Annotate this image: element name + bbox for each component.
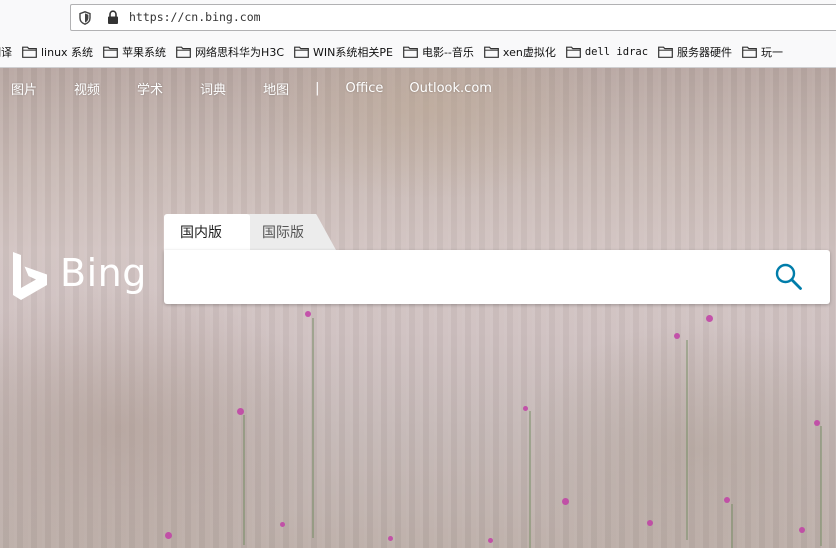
folder-icon <box>565 46 581 58</box>
bookmark-folder[interactable]: 服务器硬件 <box>638 44 732 60</box>
bookmark-folder[interactable]: WIN系统相关PE <box>274 44 393 60</box>
flower <box>522 405 528 411</box>
bing-logo-text: Bing <box>60 251 147 295</box>
bookmark-folder[interactable]: 苹果系统 <box>83 44 166 60</box>
bookmark-label: 网络思科华为H3C <box>195 46 285 59</box>
nav-academic[interactable]: 学术 <box>137 79 163 98</box>
bookmark-folder[interactable]: 网络思科华为H3C <box>156 44 284 60</box>
tab-domestic[interactable]: 国内版 <box>164 214 250 250</box>
background-image <box>0 68 836 548</box>
nav-images[interactable]: 图片 <box>11 79 37 98</box>
flower <box>487 537 493 543</box>
nav-office[interactable]: Office <box>345 81 383 96</box>
bookmark-folder[interactable]: dell idrac <box>546 46 648 58</box>
bookmark-folder[interactable]: 电影--音乐 <box>383 44 474 60</box>
folder-icon <box>742 46 757 58</box>
url-bar[interactable]: https://cn.bing.com <box>70 4 836 31</box>
nav-dictionary[interactable]: 词典 <box>200 79 226 98</box>
nav-separator: | <box>315 80 320 96</box>
flower-stem <box>820 426 822 546</box>
flower <box>705 314 713 322</box>
folder-icon <box>403 46 418 58</box>
flower-stem <box>686 340 688 540</box>
bookmark-label: 玩一 <box>761 46 784 59</box>
flower <box>561 497 569 505</box>
lock-icon[interactable] <box>107 10 119 25</box>
folder-icon <box>22 46 37 58</box>
flower <box>724 497 730 503</box>
folder-icon <box>294 46 309 58</box>
flower <box>236 407 244 415</box>
search-box <box>164 250 830 304</box>
flower <box>799 527 805 533</box>
bookmark-folder[interactable]: xen虚拟化 <box>464 44 556 60</box>
shield-icon[interactable] <box>79 11 91 25</box>
browser-chrome: https://cn.bing.com 翻译linux 系统苹果系统网络思科华为… <box>0 0 836 68</box>
flower <box>647 520 653 526</box>
flower-stem <box>243 415 245 545</box>
nav-maps[interactable]: 地图 <box>263 79 289 98</box>
flower-stem <box>312 318 314 538</box>
nav-videos[interactable]: 视频 <box>74 79 100 98</box>
top-nav: 图片 视频 学术 词典 地图 | Office Outlook.com <box>0 68 836 108</box>
bookmark-folder[interactable]: 玩一 <box>722 44 783 60</box>
folder-icon <box>103 46 118 58</box>
bookmark-label: WIN系统相关PE <box>313 46 393 59</box>
bing-logo-icon <box>13 252 47 300</box>
folder-icon <box>484 46 499 58</box>
flower-stem <box>731 504 733 548</box>
url-text[interactable]: https://cn.bing.com <box>129 10 261 24</box>
nav-outlook[interactable]: Outlook.com <box>409 81 492 96</box>
search-icon[interactable] <box>774 262 804 292</box>
search-input[interactable] <box>176 260 770 296</box>
flower <box>387 535 393 541</box>
flower <box>305 311 311 317</box>
flower <box>164 531 172 539</box>
folder-icon <box>658 46 673 58</box>
bookmark-folder[interactable]: linux 系统 <box>2 44 93 60</box>
bookmarks-toolbar: 翻译linux 系统苹果系统网络思科华为H3CWIN系统相关PE电影--音乐xe… <box>0 38 836 66</box>
flower <box>279 521 285 527</box>
folder-icon <box>176 46 191 58</box>
bing-homepage: 图片 视频 学术 词典 地图 | Office Outlook.com Bing… <box>0 68 836 548</box>
flower-stem <box>529 411 531 548</box>
flower <box>674 333 680 339</box>
bing-logo[interactable]: Bing <box>10 251 146 303</box>
